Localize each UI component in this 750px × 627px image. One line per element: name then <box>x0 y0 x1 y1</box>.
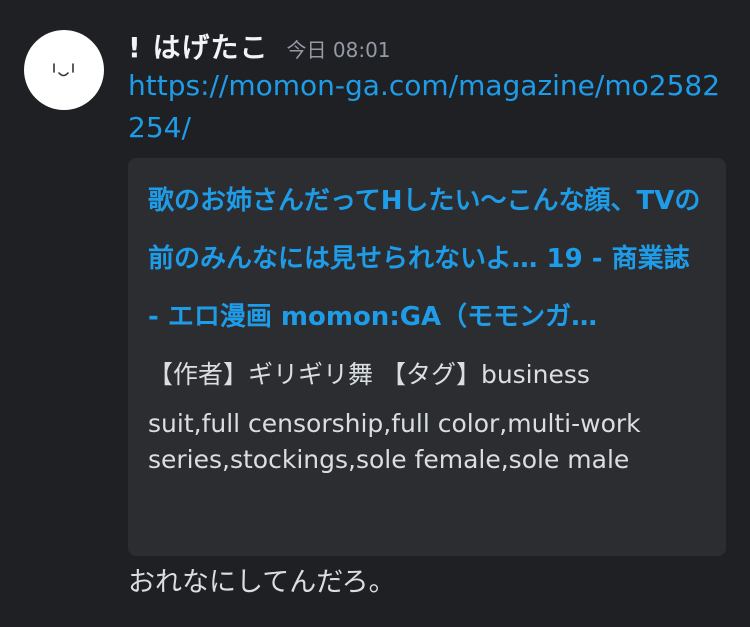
embed-description: 【作者】ギリギリ舞 【タグ】business suit,full censors… <box>148 350 706 478</box>
message-text: おれなにしてんだろ。 <box>128 567 396 598</box>
timestamp[interactable]: 今日 08:01 <box>287 34 391 63</box>
avatar[interactable] <box>24 30 104 110</box>
embed-description-rest: suit,full censorship,full color,multi-wo… <box>148 409 641 474</box>
embed-description-first: 【作者】ギリギリ舞 【タグ】business <box>148 360 590 389</box>
username[interactable]: ! はげたこ <box>128 26 269 66</box>
embed-title[interactable]: 歌のお姉さんだってHしたい〜こんな顔、TVの前のみんなには見せられないよ… 19… <box>148 172 706 346</box>
chat-message: ! はげたこ 今日 08:01 https://momon-ga.com/mag… <box>0 0 750 627</box>
link-embed: 歌のお姉さんだってHしたい〜こんな顔、TVの前のみんなには見せられないよ… 19… <box>128 158 726 556</box>
face-icon <box>53 63 74 77</box>
message-link[interactable]: https://momon-ga.com/magazine/mo2582254/ <box>128 65 728 149</box>
message-header: ! はげたこ 今日 08:01 <box>128 26 391 64</box>
